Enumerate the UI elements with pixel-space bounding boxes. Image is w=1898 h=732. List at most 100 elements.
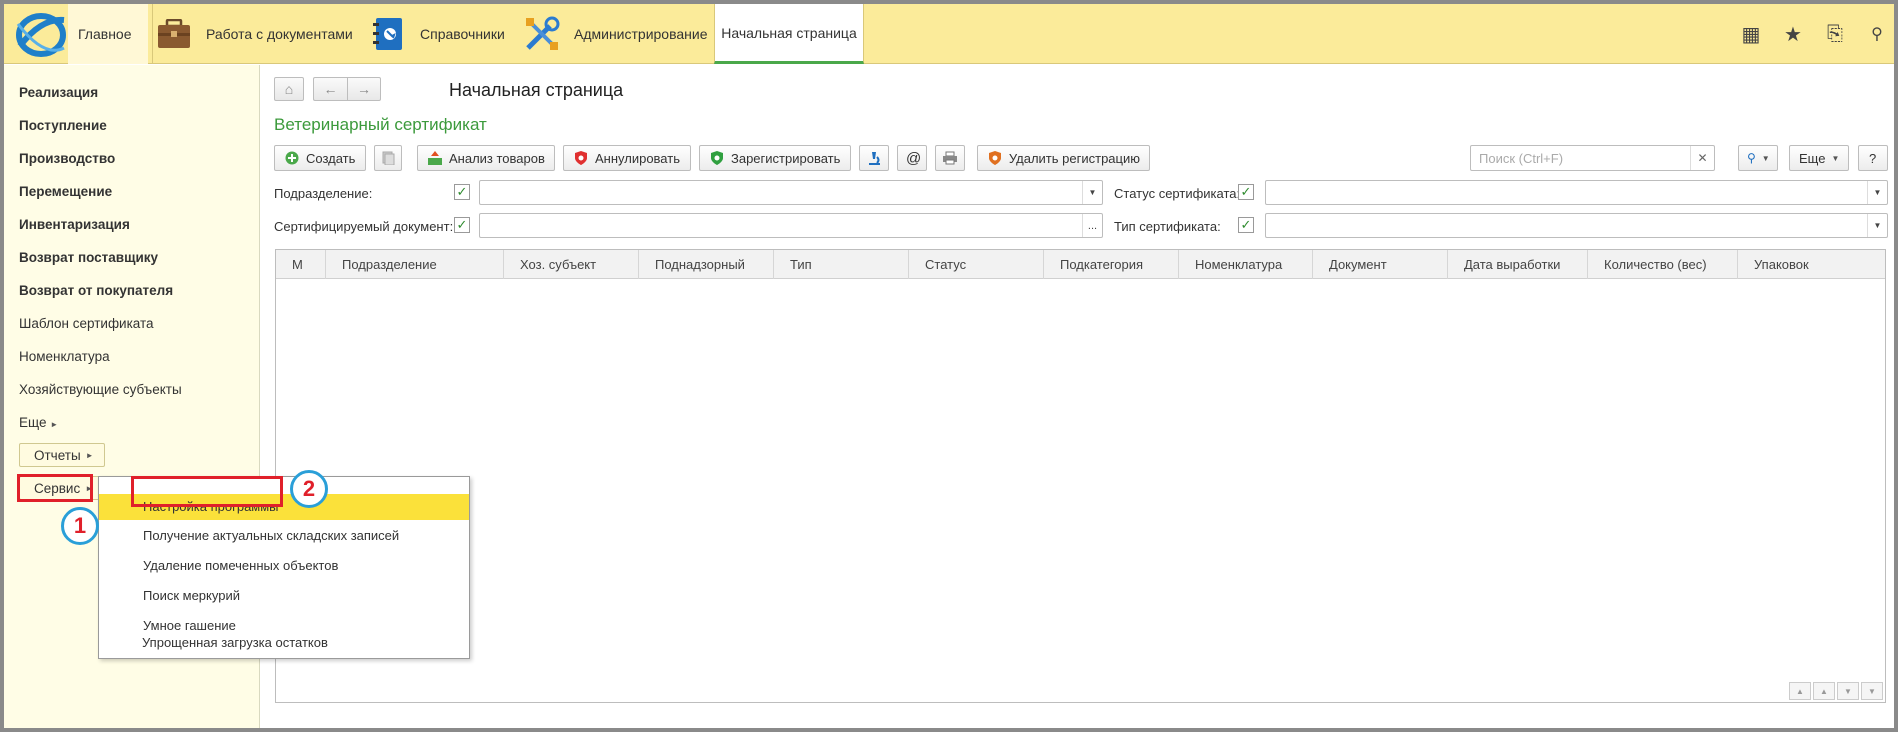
search-icon[interactable]: ⚲ (1866, 24, 1888, 44)
sidebar-item-receipts[interactable]: Поступление (19, 118, 107, 133)
column-header-department[interactable]: Подразделение (326, 250, 504, 279)
department-field[interactable]: ▼ (479, 180, 1103, 205)
delete-registration-button[interactable]: Удалить регистрацию (977, 145, 1150, 171)
scroll-bottom-icon[interactable]: ▼ (1861, 682, 1883, 700)
caret-right-icon: ► (50, 420, 59, 429)
sidebar-item-nomenclature[interactable]: Номенклатура (19, 349, 110, 364)
shield-orange-icon (987, 150, 1003, 166)
home-button[interactable]: ⌂ (274, 77, 304, 101)
checkmark-icon: ✓ (1240, 184, 1252, 199)
sidebar-item-sales[interactable]: Реализация (19, 85, 98, 100)
column-header-business-entity[interactable]: Хоз. субъект (504, 250, 639, 279)
column-header-quantity[interactable]: Количество (вес) (1588, 250, 1738, 279)
sidebar-item-inventory[interactable]: Инвентаризация (19, 217, 130, 232)
app-logo-icon[interactable] (14, 10, 68, 60)
section-references[interactable]: Справочники (370, 4, 505, 64)
tab-home-page-label: Начальная страница (721, 24, 857, 41)
column-header-type[interactable]: Тип (774, 250, 909, 279)
register-label: Зарегистрировать (731, 150, 841, 166)
copy-icon (381, 150, 395, 166)
create-label: Создать (306, 150, 356, 166)
caret-right-icon: ► (85, 450, 94, 460)
top-right-tools: ▦ ★ ⎘ ⚲ (1740, 4, 1894, 64)
favorites-star-icon[interactable]: ★ (1782, 22, 1804, 47)
divider (152, 4, 153, 64)
microscope-button[interactable] (859, 145, 889, 171)
department-label: Подразделение: (274, 186, 373, 201)
sidebar-item-cert-template[interactable]: Шаблон сертификата (19, 316, 154, 331)
print-button[interactable] (935, 145, 965, 171)
scroll-up-icon[interactable]: ▲ (1813, 682, 1835, 700)
register-button[interactable]: Зарегистрировать (699, 145, 851, 171)
section-references-label: Справочники (420, 26, 505, 42)
cert-document-checkbox[interactable]: ✓ (454, 217, 470, 233)
column-header-supervised[interactable]: Поднадзорный (639, 250, 774, 279)
section-administration-label: Администрирование (574, 26, 708, 42)
column-header-mark[interactable]: М (276, 250, 326, 279)
column-header-document[interactable]: Документ (1313, 250, 1448, 279)
apps-grid-icon[interactable]: ▦ (1740, 22, 1762, 47)
search-input[interactable]: Поиск (Ctrl+F) ✕ (1470, 145, 1715, 171)
more-button[interactable]: Еще ▼ (1789, 145, 1849, 171)
sidebar-item-business-entities[interactable]: Хозяйствующие субъекты (19, 382, 182, 397)
email-button[interactable]: @ (897, 145, 927, 171)
sidebar-item-more[interactable]: Еще ► (19, 415, 58, 430)
sidebar-item-return-customer[interactable]: Возврат от покупателя (19, 283, 173, 298)
cert-status-field[interactable]: ▼ (1265, 180, 1888, 205)
arrow-right-icon: → (357, 81, 371, 97)
annul-button[interactable]: Аннулировать (563, 145, 691, 171)
highlight-box-settings (131, 476, 283, 507)
home-icon: ⌂ (284, 81, 294, 97)
caret-down-icon: ▼ (1761, 153, 1770, 163)
plus-icon (284, 150, 300, 166)
menu-item-simplified-stock-load[interactable]: Упрощенная загрузка остатков (98, 630, 470, 656)
help-button[interactable]: ? (1858, 145, 1888, 171)
cert-type-field[interactable]: ▼ (1265, 213, 1888, 238)
magnifier-icon: ⚲ (1747, 151, 1756, 165)
department-checkbox[interactable]: ✓ (454, 184, 470, 200)
sidebar-item-production[interactable]: Производство (19, 151, 115, 166)
back-button[interactable]: ← (313, 77, 347, 101)
clear-search-icon[interactable]: ✕ (1690, 146, 1714, 170)
copy-button[interactable] (374, 145, 402, 171)
forward-button[interactable]: → (347, 77, 381, 101)
history-icon[interactable]: ⎘ (1824, 23, 1846, 46)
menu-item-get-warehouse-records[interactable]: Получение актуальных складских записей (99, 523, 469, 549)
menu-item-delete-marked[interactable]: Удаление помеченных объектов (99, 553, 469, 579)
arrow-left-icon: ← (323, 81, 338, 97)
analyze-goods-button[interactable]: Анализ товаров (417, 145, 555, 171)
analyze-icon (427, 150, 443, 166)
menu-item-search-mercury[interactable]: Поиск меркурий (99, 583, 469, 609)
column-header-packages[interactable]: Упаковок (1738, 250, 1887, 279)
search-options-button[interactable]: ⚲ ▼ (1738, 145, 1778, 171)
checkmark-icon: ✓ (456, 217, 468, 232)
annul-label: Аннулировать (595, 150, 680, 166)
cert-status-label: Статус сертификата: (1114, 186, 1241, 201)
sidebar-item-transfer[interactable]: Перемещение (19, 184, 112, 199)
help-label: ? (1869, 150, 1877, 166)
checkmark-icon: ✓ (456, 184, 468, 199)
select-button[interactable]: ... (1082, 214, 1102, 237)
certificates-table[interactable]: М Подразделение Хоз. субъект Поднадзорны… (275, 249, 1886, 703)
scroll-top-icon[interactable]: ▲ (1789, 682, 1811, 700)
column-header-production-date[interactable]: Дата выработки (1448, 250, 1588, 279)
column-header-status[interactable]: Статус (909, 250, 1044, 279)
sidebar-item-return-supplier[interactable]: Возврат поставщику (19, 250, 158, 265)
section-main[interactable]: Главное (68, 4, 148, 64)
column-header-subcategory[interactable]: Подкатегория (1044, 250, 1179, 279)
column-header-nomenclature[interactable]: Номенклатура (1179, 250, 1313, 279)
scroll-down-icon[interactable]: ▼ (1837, 682, 1859, 700)
reports-button[interactable]: Отчеты ► (19, 443, 105, 467)
cert-status-checkbox[interactable]: ✓ (1238, 184, 1254, 200)
main-content: ⌂ ← → Начальная страница Ветеринарный се… (261, 65, 1894, 728)
section-administration[interactable]: Администрирование (524, 4, 708, 64)
caret-down-icon[interactable]: ▼ (1867, 214, 1887, 237)
tab-home-page[interactable]: Начальная страница (714, 4, 864, 64)
caret-down-icon[interactable]: ▼ (1082, 181, 1102, 204)
caret-down-icon[interactable]: ▼ (1867, 181, 1887, 204)
cert-document-field[interactable]: ... (479, 213, 1103, 238)
section-documents[interactable]: Работа с документами (156, 4, 353, 64)
table-header: М Подразделение Хоз. субъект Поднадзорны… (276, 250, 1885, 279)
cert-type-checkbox[interactable]: ✓ (1238, 217, 1254, 233)
create-button[interactable]: Создать (274, 145, 366, 171)
